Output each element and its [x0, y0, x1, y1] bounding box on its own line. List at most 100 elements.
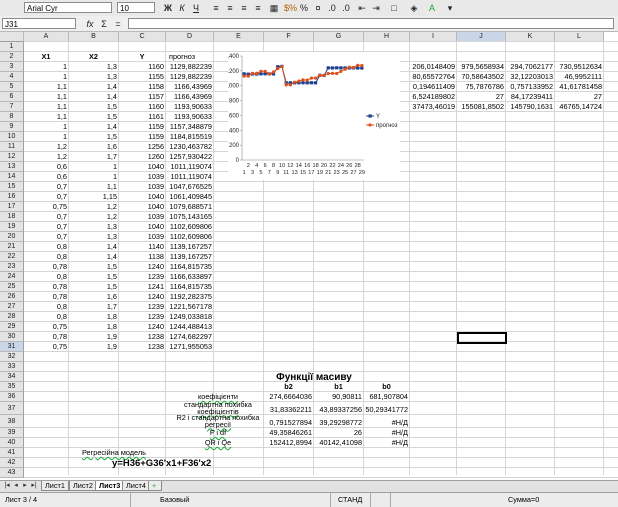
toolbar-more-icon[interactable]: ▾: [444, 2, 456, 14]
cell-h38[interactable]: #Н/Д: [365, 415, 408, 427]
row-header-43[interactable]: 43: [0, 468, 24, 478]
cell-c8[interactable]: 1161: [120, 112, 164, 122]
row-header-34[interactable]: 34: [0, 372, 24, 382]
cell-i6[interactable]: 6,524189802: [411, 92, 455, 102]
indent-icon[interactable]: ⇤: [356, 2, 368, 14]
tab-sheet2[interactable]: Лист2: [69, 481, 97, 491]
row-header-23[interactable]: 23: [0, 262, 24, 272]
row-header-26[interactable]: 26: [0, 292, 24, 302]
row-header-25[interactable]: 25: [0, 282, 24, 292]
row-header-39[interactable]: 39: [0, 428, 24, 438]
row-header-29[interactable]: 29: [0, 322, 24, 332]
function-wizard-button[interactable]: fx: [84, 18, 96, 30]
cell-j7[interactable]: 155081,8502: [458, 102, 504, 112]
cell-d12[interactable]: 1257,930422: [167, 152, 212, 162]
cell-d19[interactable]: 1102,609806: [167, 222, 212, 232]
cell-e38[interactable]: R2 і стандартна похибка регресії: [174, 414, 262, 428]
row-header-37[interactable]: 37: [0, 402, 24, 415]
cell-b5[interactable]: 1,4: [70, 82, 117, 92]
cell-l6[interactable]: 27: [556, 92, 602, 102]
cell-d20[interactable]: 1102,609806: [167, 232, 212, 242]
row-header-12[interactable]: 12: [0, 152, 24, 162]
row-header-28[interactable]: 28: [0, 312, 24, 322]
cell-b30[interactable]: 1,9: [70, 332, 117, 342]
cell-c22[interactable]: 1138: [120, 252, 164, 262]
status-mode[interactable]: СТАНД: [338, 493, 362, 507]
cell-a3[interactable]: 1: [25, 62, 67, 72]
cell-c26[interactable]: 1240: [120, 292, 164, 302]
cell-d29[interactable]: 1244,488413: [167, 322, 212, 332]
cell-b6[interactable]: 1,4: [70, 92, 117, 102]
row-header-1[interactable]: 1: [0, 42, 24, 52]
row-header-33[interactable]: 33: [0, 362, 24, 372]
cell-a21[interactable]: 0,8: [25, 242, 67, 252]
cell-b9[interactable]: 1,4: [70, 122, 117, 132]
cell-b23[interactable]: 1,5: [70, 262, 117, 272]
cell-d28[interactable]: 1249,033818: [167, 312, 212, 322]
cell-c14[interactable]: 1039: [120, 172, 164, 182]
cell-a15[interactable]: 0,7: [25, 182, 67, 192]
cell-b25[interactable]: 1,5: [70, 282, 117, 292]
cell-d2[interactable]: прогноз: [167, 52, 214, 62]
cell-k5[interactable]: 0,757133952: [507, 82, 553, 92]
cell-a6[interactable]: 1,1: [25, 92, 67, 102]
row-header-13[interactable]: 13: [0, 162, 24, 172]
cell-a2[interactable]: X1: [25, 52, 67, 62]
cell-c28[interactable]: 1239: [120, 312, 164, 322]
font-size-select[interactable]: 10: [117, 2, 155, 13]
cell-k7[interactable]: 145790,1631: [507, 102, 553, 112]
cell-b15[interactable]: 1,1: [70, 182, 117, 192]
tab-sheet1[interactable]: Лист1: [41, 481, 69, 491]
cell-g40[interactable]: 40142,41098: [315, 438, 362, 448]
cell-c6[interactable]: 1157: [120, 92, 164, 102]
cell-b29[interactable]: 1,8: [70, 322, 117, 332]
cell-c21[interactable]: 1140: [120, 242, 164, 252]
cell-c15[interactable]: 1039: [120, 182, 164, 192]
cell-d21[interactable]: 1139,167257: [167, 242, 212, 252]
cell-c27[interactable]: 1239: [120, 302, 164, 312]
cell-a14[interactable]: 0,6: [25, 172, 67, 182]
cell-d4[interactable]: 1129,882239: [167, 72, 212, 82]
cell-d24[interactable]: 1166,633897: [167, 272, 212, 282]
cell-a28[interactable]: 0,8: [25, 312, 67, 322]
cell-d14[interactable]: 1011,119074: [167, 172, 212, 182]
cell-a29[interactable]: 0,75: [25, 322, 67, 332]
cell-j5[interactable]: 75,7876786: [458, 82, 504, 92]
cell-a22[interactable]: 0,8: [25, 252, 67, 262]
cell-c2[interactable]: Y: [120, 52, 164, 62]
cell-g37[interactable]: 43,89337256: [315, 402, 362, 414]
row-header-10[interactable]: 10: [0, 132, 24, 142]
borders-icon[interactable]: □: [388, 2, 400, 14]
cell-k3[interactable]: 294,7062177: [507, 62, 553, 72]
cell-a12[interactable]: 1,2: [25, 152, 67, 162]
cell-d22[interactable]: 1139,167257: [167, 252, 212, 262]
row-header-3[interactable]: 3: [0, 62, 24, 72]
cell-d10[interactable]: 1184,815519: [167, 132, 212, 142]
row-header-40[interactable]: 40: [0, 438, 24, 448]
cell-b24[interactable]: 1,5: [70, 272, 117, 282]
cell-b8[interactable]: 1,5: [70, 112, 117, 122]
cell-j6[interactable]: 27: [458, 92, 504, 102]
cell-d17[interactable]: 1079,688571: [167, 202, 212, 212]
cell-c30[interactable]: 1238: [120, 332, 164, 342]
cell-i5[interactable]: 0,194611409: [411, 82, 455, 92]
formula-input[interactable]: [128, 18, 614, 29]
cell-c10[interactable]: 1159: [120, 132, 164, 142]
tab-sheet3[interactable]: Лист3: [95, 481, 125, 491]
row-header-32[interactable]: 32: [0, 352, 24, 362]
cell-a10[interactable]: 1: [25, 132, 67, 142]
cell-c7[interactable]: 1160: [120, 102, 164, 112]
row-header-35[interactable]: 35: [0, 382, 24, 392]
cell-b17[interactable]: 1,2: [70, 202, 117, 212]
row-header-38[interactable]: 38: [0, 415, 24, 428]
row-header-2[interactable]: 2: [0, 52, 24, 62]
cell-k4[interactable]: 32,12203013: [507, 72, 553, 82]
cell-a5[interactable]: 1,1: [25, 82, 67, 92]
cell-a9[interactable]: 1: [25, 122, 67, 132]
cell-h36[interactable]: 681,907804: [365, 392, 408, 402]
cell-b21[interactable]: 1,4: [70, 242, 117, 252]
row-header-31[interactable]: 31: [0, 342, 24, 352]
cell-a20[interactable]: 0,7: [25, 232, 67, 242]
cell-l7[interactable]: 46765,14724: [556, 102, 602, 112]
cell-b7[interactable]: 1,5: [70, 102, 117, 112]
